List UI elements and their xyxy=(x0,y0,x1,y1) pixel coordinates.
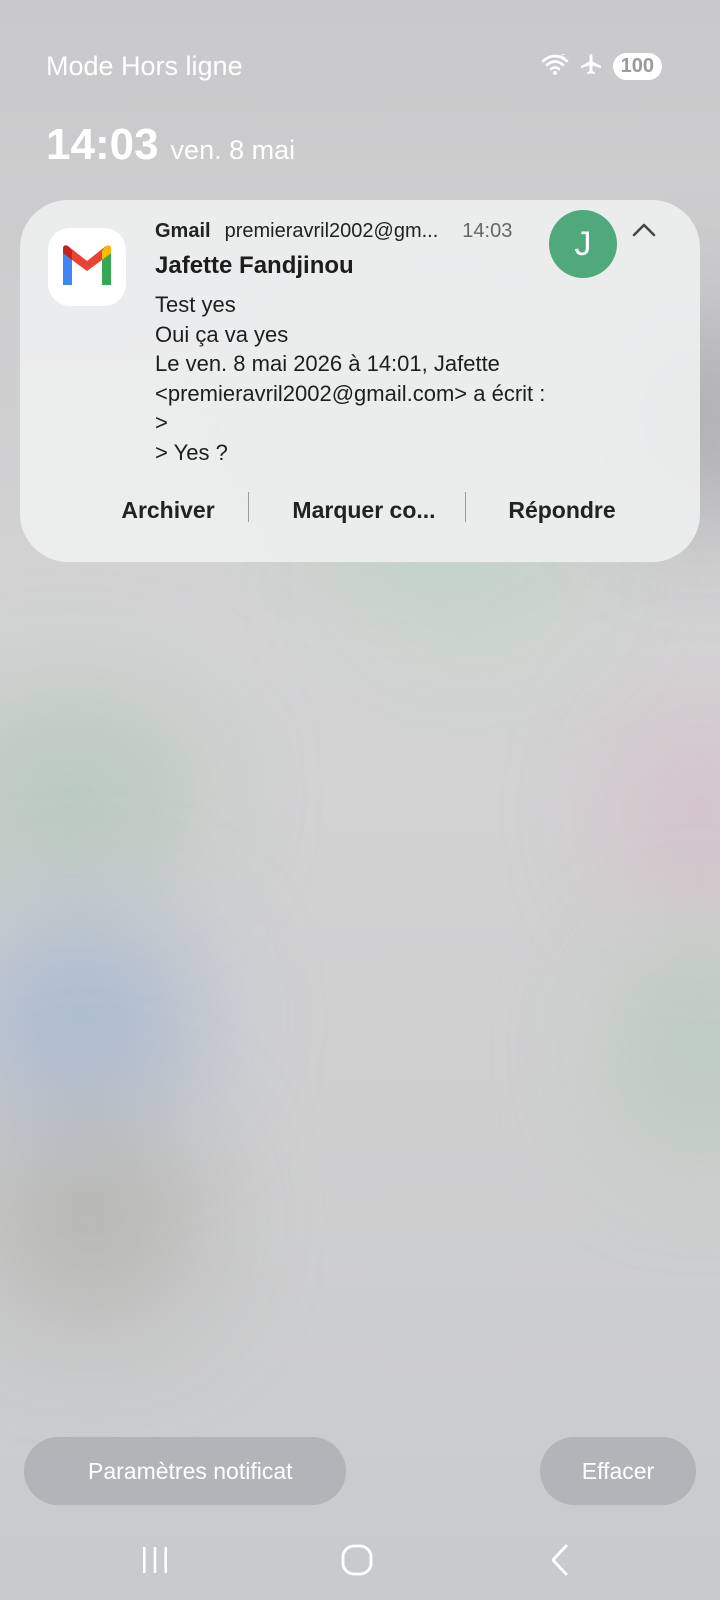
clear-label: Effacer xyxy=(581,1457,655,1484)
mark-as-read-button[interactable]: Marquer co... xyxy=(268,497,460,524)
sender-name: Jafette Fandjinou xyxy=(155,252,354,279)
message-body: Test yes Oui ça va yes Le ven. 8 mai 202… xyxy=(155,290,675,467)
lockscreen-clock: 14:03 ven. 8 mai xyxy=(46,120,295,170)
sender-avatar: J xyxy=(549,210,617,278)
recents-icon[interactable] xyxy=(125,1530,185,1590)
status-bar: Mode Hors ligne 5 100 xyxy=(46,48,662,84)
offline-mode-label: Mode Hors ligne xyxy=(46,50,243,81)
message-line: Test yes xyxy=(155,292,236,317)
airplane-icon xyxy=(579,52,603,81)
notification-settings-label: Paramètres notificat xyxy=(88,1457,293,1484)
clock-time: 14:03 xyxy=(46,120,159,169)
action-divider xyxy=(248,492,249,522)
app-name: Gmail xyxy=(155,220,211,242)
gmail-notification[interactable]: Gmail premieravril2002@gm... 14:03 J Jaf… xyxy=(20,200,700,562)
message-line: > xyxy=(155,410,168,435)
notification-time: 14:03 xyxy=(462,220,513,242)
notification-actions: Archiver Marquer co... Répondre xyxy=(20,490,700,530)
message-line: Oui ça va yes xyxy=(155,321,289,347)
wifi-icon: 5 xyxy=(541,52,569,81)
status-icons: 5 100 xyxy=(541,52,662,81)
clock-date: ven. 8 mai xyxy=(170,135,296,165)
account-email: premieravril2002@gm... xyxy=(224,220,439,242)
clear-button[interactable]: Effacer xyxy=(540,1437,696,1505)
battery-indicator: 100 xyxy=(612,52,662,80)
gmail-app-icon xyxy=(48,228,126,306)
archive-button[interactable]: Archiver xyxy=(88,497,248,524)
message-line: > Yes ? xyxy=(155,439,228,465)
navigation-bar xyxy=(0,1530,720,1590)
chevron-up-icon[interactable] xyxy=(632,218,656,242)
message-line: Le ven. 8 mai 2026 à 14:01, Jafette xyxy=(155,351,500,376)
action-divider xyxy=(465,492,466,522)
notification-settings-button[interactable]: Paramètres notificat xyxy=(24,1437,346,1505)
svg-text:5: 5 xyxy=(561,53,566,62)
reply-button[interactable]: Répondre xyxy=(482,497,642,524)
back-icon[interactable] xyxy=(530,1530,590,1590)
notification-header: Gmail premieravril2002@gm... 14:03 xyxy=(155,220,512,243)
message-line: <premieravril2002@gmail.com> a écrit : xyxy=(155,380,546,406)
gmail-icon xyxy=(59,243,115,292)
home-icon[interactable] xyxy=(327,1530,387,1590)
